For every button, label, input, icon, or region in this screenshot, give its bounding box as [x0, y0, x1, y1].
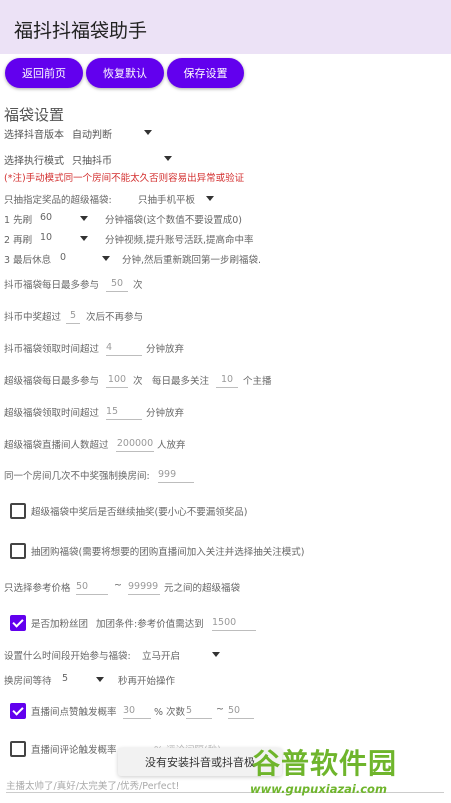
- fan-club-checkbox[interactable]: [10, 615, 26, 631]
- like-rate-unit: % 次数: [154, 707, 186, 718]
- step3-prefix: 3 最后休息: [4, 255, 52, 266]
- super-daily-label: 超级福袋每日最多参与: [4, 376, 100, 387]
- price-range-sep: ~: [114, 580, 122, 591]
- room-wait-select[interactable]: 5: [62, 673, 68, 684]
- start-time-label: 设置什么时间段开始参与福袋:: [4, 651, 131, 662]
- price-min-input[interactable]: 50: [76, 580, 108, 595]
- chevron-down-icon[interactable]: [212, 652, 220, 657]
- coin-win-input[interactable]: 5: [66, 309, 80, 324]
- version-label: 选择抖音版本: [4, 130, 64, 141]
- comment-label: 直播间评论触发概率: [31, 745, 117, 756]
- super-daily-unit: 次: [133, 376, 143, 387]
- step2-select[interactable]: 10: [40, 232, 52, 243]
- chevron-down-icon[interactable]: [96, 677, 104, 682]
- comment-text-input[interactable]: 主播太帅了/真好/太完美了/优秀/Perfect!: [6, 778, 179, 792]
- follow-daily-unit: 个主播: [243, 376, 272, 387]
- chevron-down-icon[interactable]: [164, 156, 172, 161]
- fan-club-cond-label: 加团条件:参考价值需达到: [96, 619, 204, 630]
- coin-timeout-label: 抖币福袋领取时间超过: [4, 344, 100, 355]
- follow-daily-label: 每日最多关注: [152, 376, 210, 387]
- fan-club-label: 是否加粉丝团: [31, 619, 89, 630]
- step3-select[interactable]: 0: [60, 252, 66, 263]
- step1-suffix: 分钟福袋(这个数值不要设置成0): [105, 215, 242, 226]
- coin-daily-label: 抖币福袋每日最多参与: [4, 280, 100, 291]
- chevron-down-icon[interactable]: [144, 130, 152, 135]
- like-max-input[interactable]: 50: [228, 704, 254, 719]
- chevron-down-icon[interactable]: [80, 236, 88, 241]
- comment-checkbox[interactable]: [10, 741, 26, 757]
- like-min-input[interactable]: 5: [186, 704, 212, 719]
- watermark-title: 谷普软件园: [252, 747, 398, 780]
- watermark-logo: 谷普软件园 www.gupuxiazai.com: [248, 740, 451, 803]
- same-room-label: 同一个房间几次不中奖强制换房间:: [4, 471, 150, 482]
- step1-select[interactable]: 60: [40, 212, 52, 223]
- like-rate-input[interactable]: 30: [123, 704, 151, 719]
- follow-daily-input[interactable]: 10: [216, 373, 238, 388]
- coin-timeout-input[interactable]: 4: [106, 341, 142, 356]
- super-timeout-unit: 分钟放弃: [146, 408, 185, 419]
- step1-prefix: 1 先刷: [4, 215, 33, 226]
- coin-timeout-unit: 分钟放弃: [146, 344, 185, 355]
- chevron-down-icon[interactable]: [80, 216, 88, 221]
- group-buy-checkbox[interactable]: [10, 543, 26, 559]
- app-title: 福抖抖福袋助手: [14, 20, 148, 42]
- step2-suffix: 分钟视频,提升账号活跃,提高命中率: [105, 235, 254, 246]
- mode-select[interactable]: 只抽抖币: [72, 152, 112, 167]
- reset-defaults-button[interactable]: 恢复默认: [86, 58, 164, 88]
- fan-club-cond-input[interactable]: 1500: [212, 616, 256, 631]
- save-settings-button[interactable]: 保存设置: [167, 58, 244, 88]
- super-prize-label: 只抽指定奖品的超级福袋:: [4, 195, 112, 206]
- super-timeout-label: 超级福袋领取时间超过: [4, 408, 100, 419]
- back-button[interactable]: 返回前页: [5, 58, 83, 88]
- version-select[interactable]: 自动判断: [72, 126, 112, 141]
- coin-win-unit: 次后不再参与: [86, 312, 144, 323]
- like-checkbox[interactable]: [10, 703, 26, 719]
- step2-prefix: 2 再刷: [4, 235, 33, 246]
- chevron-down-icon[interactable]: [102, 256, 110, 261]
- coin-daily-input[interactable]: 50: [106, 277, 128, 292]
- same-room-input[interactable]: 999: [158, 468, 194, 483]
- warning-note: (*注)手动模式同一个房间不能太久否则容易出异常或验证: [4, 173, 245, 184]
- section-title: 福袋设置: [4, 106, 65, 124]
- price-max-input[interactable]: 99999: [128, 580, 160, 595]
- super-viewers-unit: 人放弃: [157, 440, 186, 451]
- room-wait-unit: 秒再开始操作: [118, 676, 176, 687]
- coin-win-label: 抖币中奖超过: [4, 312, 62, 323]
- step3-suffix: 分钟,然后重新跳回第一步刷福袋.: [122, 255, 262, 266]
- super-timeout-input[interactable]: 15: [106, 405, 142, 420]
- room-wait-label: 换房间等待: [4, 676, 52, 687]
- like-label: 直播间点赞触发概率: [31, 707, 117, 718]
- app-bar: 福抖抖福袋助手: [0, 0, 451, 54]
- watermark-url: www.gupuxiazai.com: [250, 782, 387, 796]
- price-range-label: 只选择参考价格: [4, 583, 71, 594]
- price-range-unit: 元之间的超级福袋: [164, 583, 241, 594]
- continue-after-win-label: 超级福袋中奖后是否继续抽奖(要小心不要漏领奖品): [31, 507, 248, 518]
- like-range-sep: ~: [216, 704, 224, 715]
- group-buy-label: 抽团购福袋(需要将想要的团购直播间加入关注并选择抽关注模式): [31, 547, 305, 558]
- coin-daily-unit: 次: [133, 280, 143, 291]
- continue-after-win-checkbox[interactable]: [10, 503, 26, 519]
- mode-label: 选择执行模式: [4, 156, 64, 167]
- super-daily-input[interactable]: 100: [106, 373, 128, 388]
- chevron-down-icon[interactable]: [206, 196, 214, 201]
- start-time-select[interactable]: 立马开启: [142, 648, 180, 662]
- super-prize-select[interactable]: 只抽手机平板: [138, 192, 195, 206]
- super-viewers-label: 超级福袋直播间人数超过: [4, 440, 109, 451]
- super-viewers-input[interactable]: 200000: [116, 437, 154, 452]
